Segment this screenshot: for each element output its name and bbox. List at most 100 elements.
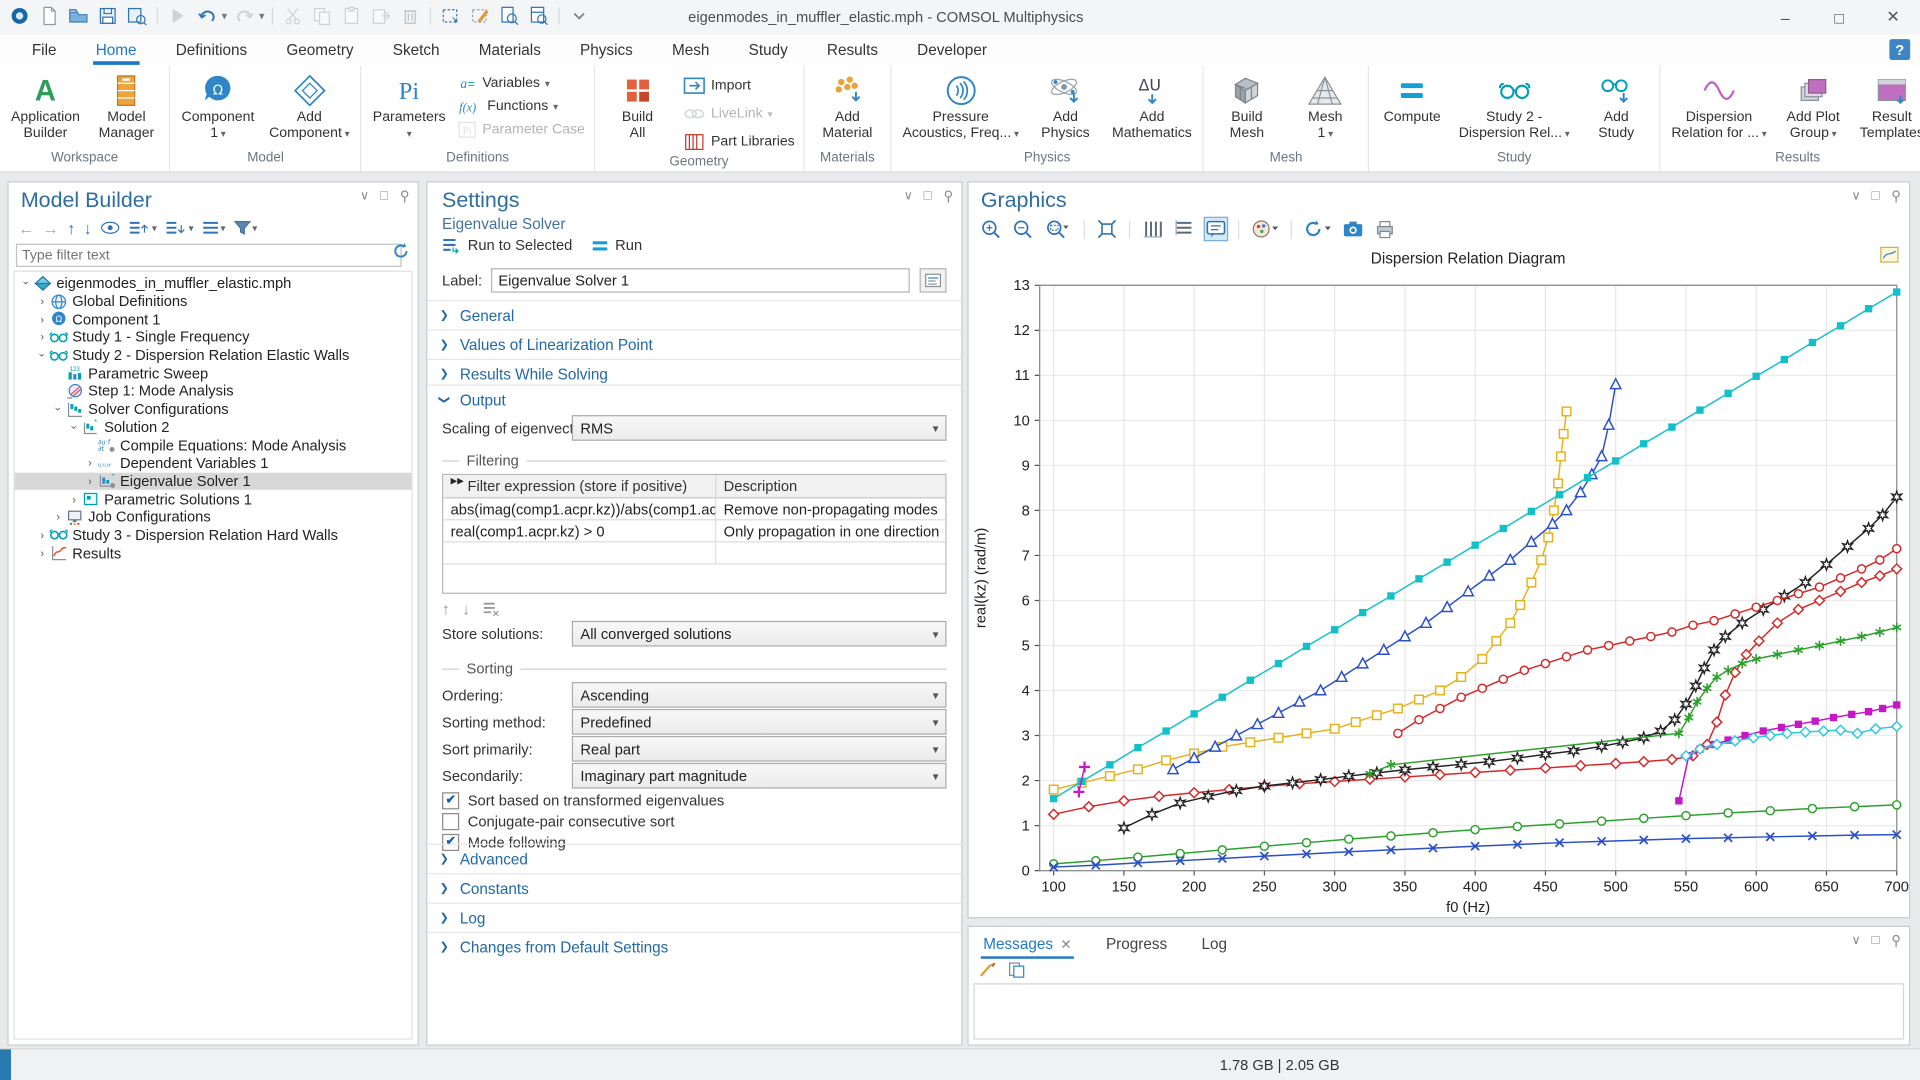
tree-item-eigenvalue-solver-1[interactable]: ›*Eigenvalue Solver 1 [15,472,412,490]
expand-icon[interactable]: › [83,475,96,487]
delete-icon[interactable] [398,4,422,28]
ribbon-button-add-mathematics[interactable]: ΔUAddMathematics [1106,69,1198,145]
grid-y-icon[interactable] [1172,217,1196,241]
section-log[interactable]: ❯Log [427,902,961,931]
pin-panel-icon[interactable] [1891,189,1902,202]
store-solutions-select[interactable]: All converged solutions▼ [572,621,947,647]
update-plot-icon[interactable] [1302,217,1334,241]
close-tab-icon[interactable]: ✕ [1060,936,1071,952]
move-row-up-icon[interactable]: ↑ [442,599,450,617]
float-panel-icon[interactable]: □ [924,189,932,204]
ribbon-button-pressure-acoustics-freq[interactable]: PressureAcoustics, Freq... ▾ [896,69,1025,145]
find-icon[interactable] [497,4,521,28]
expand-section-icon[interactable]: ❯ [440,852,449,865]
expand-icon[interactable]: › [51,511,64,523]
dispersion-chart[interactable]: Dispersion Relation Diagram0123456789101… [969,244,1912,920]
run-button[interactable]: Run [592,236,642,253]
ribbon-button-add-plot-group[interactable]: Add PlotGroup ▾ [1775,69,1851,145]
tree-item-component-1[interactable]: ›ΩComponent 1 [15,310,412,328]
save-preview-icon[interactable] [125,4,149,28]
filter-icon[interactable]: ▾ [234,220,257,235]
ribbon-button-study-2-dispersion-rel[interactable]: Study 2 -Dispersion Rel... ▾ [1453,69,1576,145]
toolbar-menu-icon[interactable] [567,4,591,28]
new-file-icon[interactable] [37,4,61,28]
expand-section-icon[interactable]: ❯ [440,911,449,924]
section-changes-from-default-settings[interactable]: ❯Changes from Default Settings [427,932,961,961]
tab-physics[interactable]: Physics [578,37,636,64]
tab-sketch[interactable]: Sketch [390,37,442,64]
ribbon-button-add-material[interactable]: AddMaterial [809,69,885,145]
label-input[interactable] [491,268,910,292]
tree-item-global-definitions[interactable]: ›Global Definitions [15,292,412,310]
zoom-in-icon[interactable] [978,217,1002,241]
filter-expression-cell[interactable]: real(comp1.acpr.kz) > 0 [443,520,716,541]
ribbon-button-component-1[interactable]: ΩComponent1 ▾ [175,69,260,145]
ribbon-button-mesh-1[interactable]: Mesh1 ▾ [1287,69,1363,145]
tab-study[interactable]: Study [746,37,790,64]
section-values-of-linearization-point[interactable]: ❯Values of Linearization Point [427,329,961,358]
select-sort-primarily[interactable]: Real part▼ [572,736,947,762]
float-panel-icon[interactable]: □ [1871,189,1879,204]
tab-home[interactable]: Home [93,37,139,64]
tree-item-study-2-dispersion-relation-elastic-walls[interactable]: ›Study 2 - Dispersion Relation Elastic W… [15,346,412,364]
description-cell[interactable]: Remove non-propagating modes [716,498,945,519]
paste-icon[interactable] [339,4,363,28]
pin-panel-icon[interactable] [399,189,410,202]
panel-menu-icon[interactable]: ∨ [360,189,369,202]
select-box-icon[interactable] [438,4,462,28]
collapse-icon[interactable]: › [52,402,64,415]
filter-table[interactable]: ▶▶Filter expression (store if positive)D… [442,474,946,594]
tree-item-eigenmodes-in-muffler-elastic-mph[interactable]: ›eigenmodes_in_muffler_elastic.mph [15,274,412,292]
collapse-icon[interactable]: › [20,277,32,290]
section-advanced[interactable]: ❯Advanced [427,844,961,873]
ribbon-button-result-templates[interactable]: ResultTemplates [1854,69,1920,145]
collapse-icon[interactable]: › [36,348,48,361]
expand-icon[interactable]: › [36,331,49,343]
model-tree-nodes-icon[interactable]: ▾ [202,220,225,235]
help-button[interactable]: ? [1889,39,1910,60]
select-ordering[interactable]: Ascending▼ [572,682,947,708]
expand-icon[interactable]: › [36,313,49,325]
tree-item-dependent-variables-1[interactable]: ›u,v,wDependent Variables 1 [15,454,412,472]
float-panel-icon[interactable]: □ [380,189,388,204]
ribbon-button-functions[interactable]: f(x)Functions ▾ [454,97,588,117]
expand-section-icon[interactable]: ❯ [440,940,449,953]
section-general[interactable]: ❯General [427,300,961,329]
expand-section-icon[interactable]: ❯ [440,367,449,380]
undo-menu-arrow[interactable]: ▾ [222,9,228,22]
expand-icon[interactable]: › [36,529,49,541]
tree-item-study-1-single-frequency[interactable]: ›Study 1 - Single Frequency [15,328,412,346]
section-constants[interactable]: ❯Constants [427,873,961,902]
ribbon-button-compute[interactable]: Compute [1374,69,1450,129]
redo-menu-arrow[interactable]: ▾ [259,9,265,22]
description-cell[interactable] [716,542,945,563]
zoom-box-icon[interactable] [1042,217,1074,241]
ribbon-button-parameters[interactable]: PiParameters ▾ [367,69,452,145]
refresh-icon[interactable] [392,241,410,259]
ribbon-button-livelink[interactable]: LiveLink ▾ [678,102,798,126]
tree-item-compile-equations-mode-analysis[interactable]: ∂u·f∂tCompile Equations: Mode Analysis [15,436,412,454]
ribbon-button-part-libraries[interactable]: Part Libraries [678,130,798,154]
panel-menu-icon[interactable]: ∨ [1851,934,1860,947]
move-up-icon[interactable]: ↑ [67,219,75,237]
tab-log[interactable]: Log [1199,929,1229,958]
open-file-icon[interactable] [66,4,90,28]
tab-definitions[interactable]: Definitions [173,37,249,64]
tab-mesh[interactable]: Mesh [670,37,712,64]
filter-table-row[interactable] [443,542,945,564]
tab-materials[interactable]: Materials [476,37,543,64]
collapse-icon[interactable]: › [68,420,80,433]
tab-results[interactable]: Results [824,37,880,64]
tab-geometry[interactable]: Geometry [284,37,356,64]
scaling-select[interactable]: RMS▼ [572,415,947,441]
close-button[interactable]: ✕ [1866,0,1920,34]
move-down-icon[interactable]: ↓ [84,219,92,237]
checkbox-unchecked[interactable] [442,812,459,829]
back-icon[interactable]: ← [18,219,34,237]
filter-table-row[interactable]: abs(imag(comp1.acpr.kz))/abs(comp1.acpr.… [443,498,945,520]
tree-item-job-configurations[interactable]: ›Job Configurations [15,508,412,526]
filter-expression-cell[interactable]: abs(imag(comp1.acpr.kz))/abs(comp1.acpr.… [443,498,716,519]
expand-icon[interactable]: › [67,493,80,505]
ribbon-button-model-manager[interactable]: ModelManager [88,69,164,145]
float-panel-icon[interactable]: □ [1871,933,1879,948]
